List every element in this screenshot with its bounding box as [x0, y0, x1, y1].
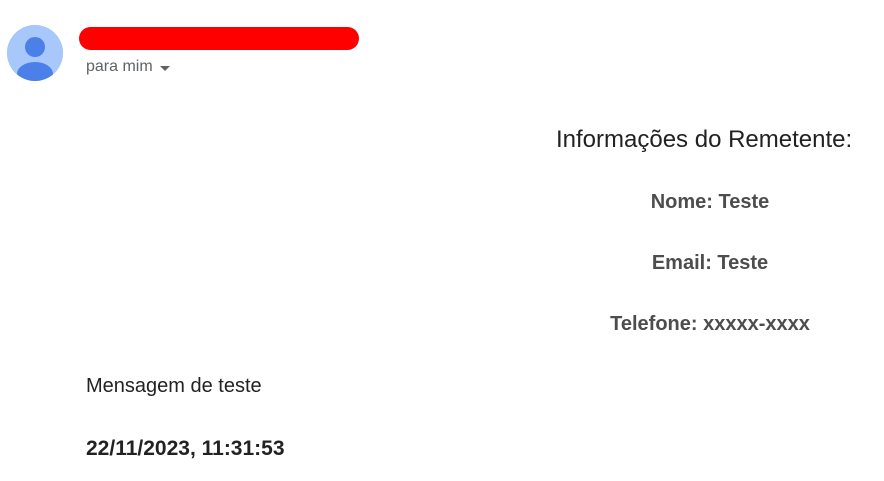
sender-name-redacted — [79, 27, 359, 50]
recipient-details-toggle[interactable]: para mim — [86, 57, 170, 77]
sender-info-email: Email: Teste — [651, 252, 769, 274]
caret-down-icon[interactable] — [159, 65, 170, 71]
recipient-label: para mim — [86, 58, 153, 75]
default-person-avatar-icon — [7, 25, 63, 81]
message-body: Mensagem de teste — [86, 375, 262, 397]
sender-info-name: Nome: Teste — [650, 191, 770, 213]
message-timestamp: 22/11/2023, 11:31:53 — [86, 437, 285, 460]
email-view: para mim Informações do Remetente: Nome:… — [0, 0, 884, 481]
sender-info-title: Informações do Remetente: — [556, 126, 853, 153]
sender-info-phone: Telefone: xxxxx-xxxx — [610, 313, 810, 335]
sender-avatar[interactable] — [7, 25, 63, 81]
